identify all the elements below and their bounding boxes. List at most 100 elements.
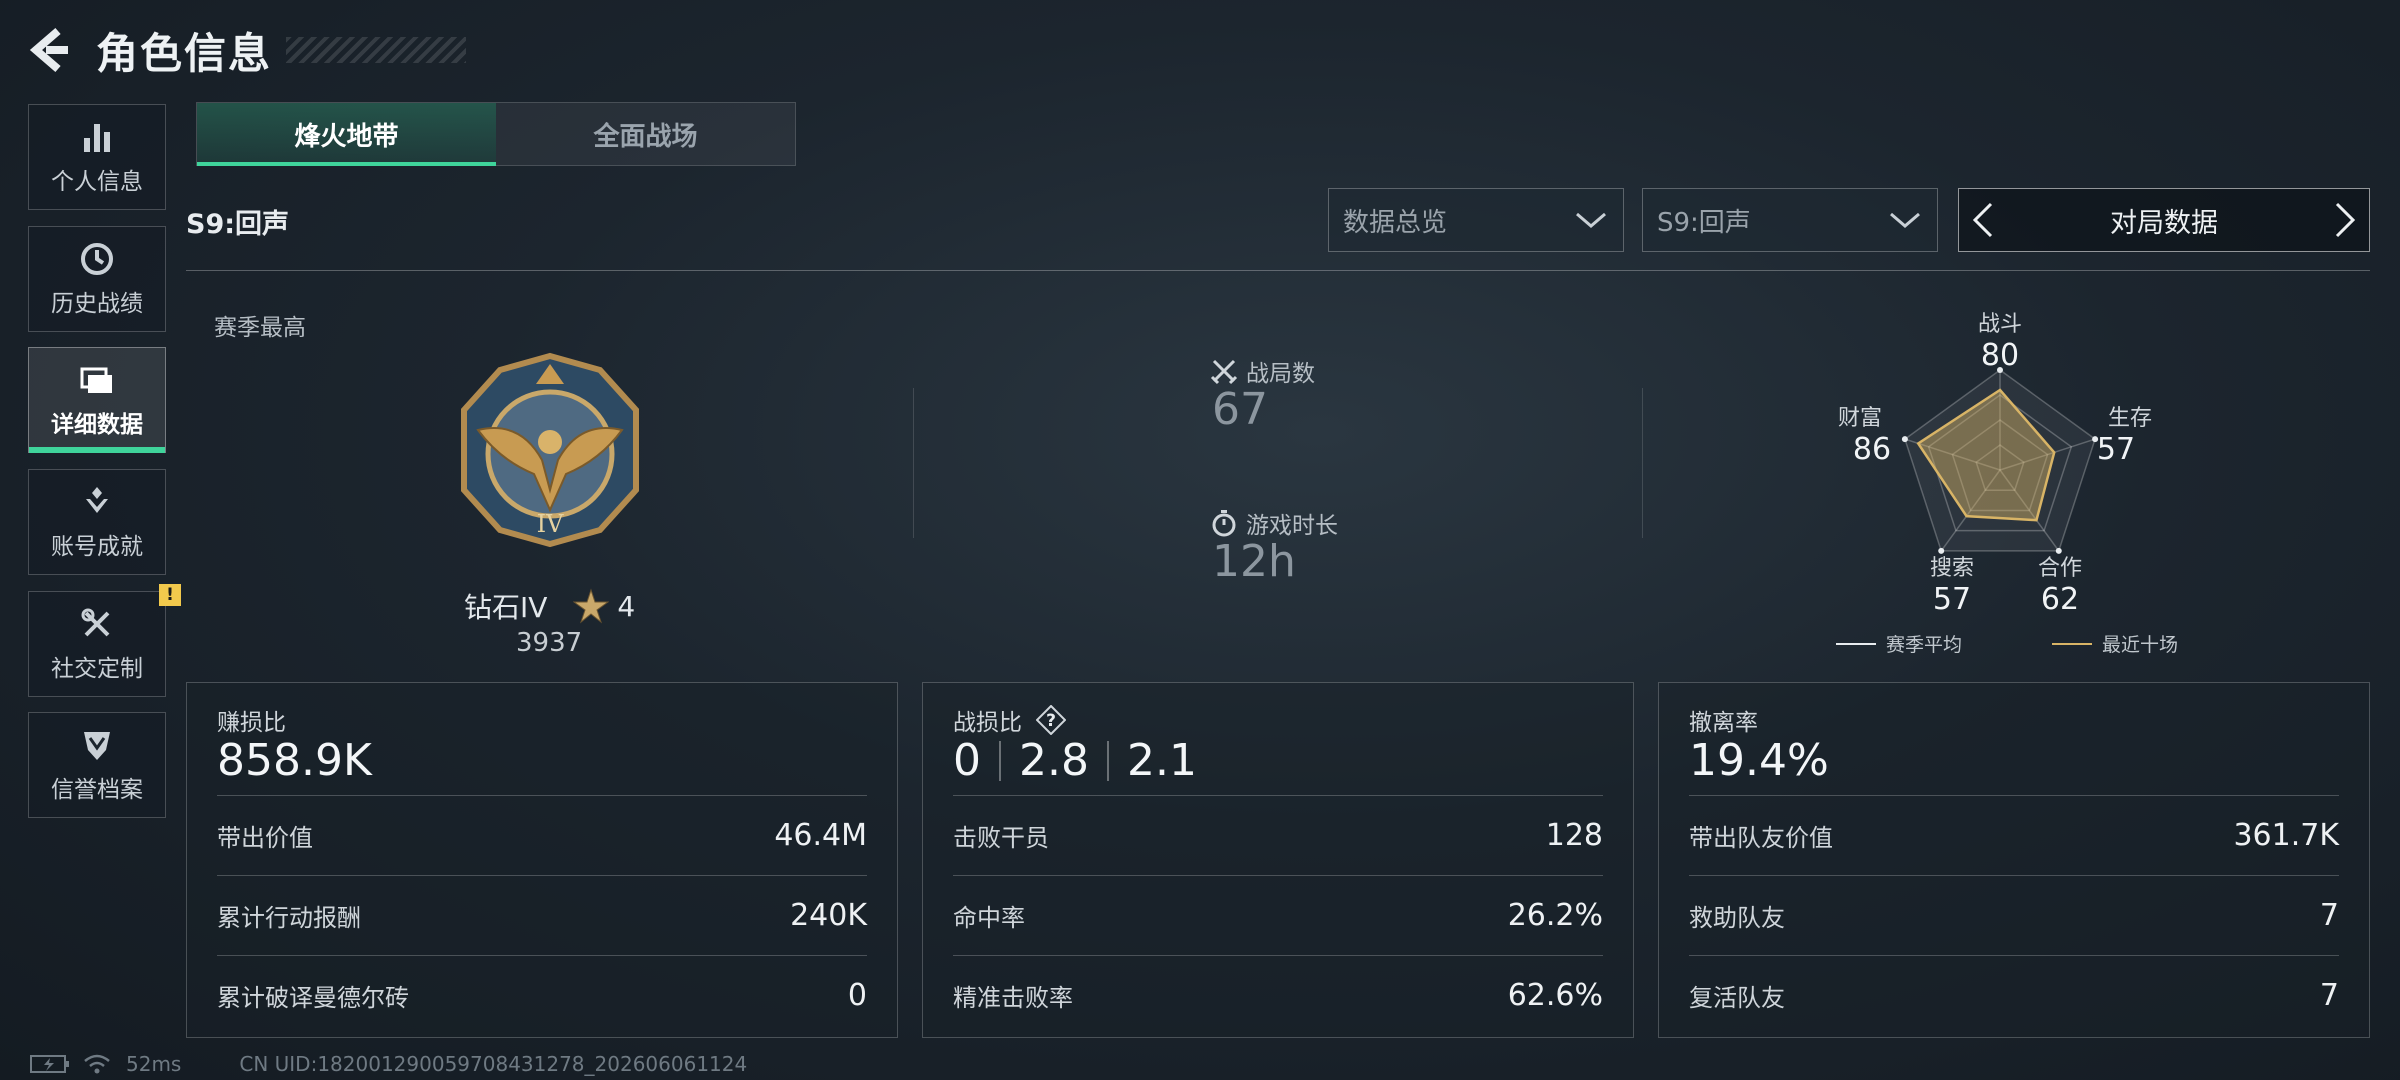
- row-value: 7: [2319, 977, 2339, 1013]
- back-button[interactable]: [28, 27, 68, 73]
- sidebar-item-reputation[interactable]: 信誉档案: [28, 712, 166, 818]
- sidebar-item-label: 详细数据: [51, 412, 143, 438]
- title-decoration: [286, 37, 467, 63]
- battles-value: 67: [1212, 384, 1268, 435]
- sidebar-item-label: 账号成就: [51, 534, 143, 560]
- legend-season-avg: 赛季平均: [1836, 630, 1962, 657]
- row-key: 带出价值: [217, 823, 313, 852]
- svg-text:IV: IV: [537, 510, 564, 538]
- row-key: 累计行动报酬: [217, 903, 361, 932]
- crossed-swords-icon: [1210, 359, 1238, 385]
- battles-stat: 战局数: [1210, 354, 1315, 388]
- page-title: 角色信息: [96, 28, 273, 78]
- legend-label: 最近十场: [2102, 634, 2179, 656]
- radar-value-combat: 80: [1980, 338, 2020, 373]
- rank-emblem-icon: IV: [461, 352, 639, 548]
- card-label: 赚损比: [217, 710, 286, 736]
- legend-line: [1836, 642, 1876, 645]
- table-row: 复活队友 7: [1689, 955, 2339, 1034]
- card-label-wrap: 战损比 ?: [953, 703, 1066, 737]
- card-label: 撤离率: [1689, 710, 1758, 736]
- table-row: 带出队友价值 361.7K: [1689, 795, 2339, 874]
- chevron-down-icon: [1890, 212, 1920, 228]
- season-best-label: 赛季最高: [214, 315, 306, 341]
- legend-recent: 最近十场: [2052, 630, 2178, 657]
- sidebar-item-label: 社交定制: [51, 656, 143, 682]
- row-value: 128: [1545, 817, 1603, 853]
- overview-dropdown[interactable]: 数据总览: [1328, 188, 1624, 252]
- radar-label-search: 搜索: [1929, 556, 1974, 581]
- sidebar-item-detailed-data[interactable]: 详细数据: [28, 347, 166, 453]
- radar-chart: 战斗 80 生存 57 合作 62 搜索 57 财富 86: [1820, 300, 2180, 660]
- status-footer: 52ms CN UID:182001290059708431278_202606…: [30, 1052, 747, 1076]
- chevron-left-icon[interactable]: [1969, 200, 1997, 240]
- sidebar-item-personal-info[interactable]: 个人信息: [28, 104, 166, 210]
- rank-info: 钻石IV 4: [464, 586, 635, 626]
- data-pager: 对局数据: [1958, 188, 2370, 252]
- kd-separator: [1106, 740, 1109, 781]
- table-row: 击败干员 128: [953, 795, 1603, 874]
- row-value: 0: [847, 977, 867, 1013]
- sidebar-item-label: 信誉档案: [51, 777, 143, 803]
- row-value: 7: [2319, 897, 2339, 933]
- legend-label: 赛季平均: [1886, 634, 1963, 656]
- radar-label-coop: 合作: [2037, 556, 2082, 581]
- sidebar-item-social-custom[interactable]: ! 社交定制: [28, 584, 181, 697]
- bar-chart-icon: [84, 124, 110, 152]
- radar-value-search: 57: [1932, 582, 1972, 617]
- row-key: 带出队友价值: [1689, 823, 1833, 852]
- chevron-right-icon[interactable]: [2331, 200, 2359, 240]
- section-divider: [186, 270, 2370, 271]
- kd-separator: [999, 740, 1001, 781]
- table-row: 精准击败率 62.6%: [953, 955, 1603, 1034]
- sidebar-item-history[interactable]: 历史战绩: [28, 226, 166, 332]
- row-value: 240K: [790, 897, 867, 933]
- sidebar-item-achievements[interactable]: 账号成就: [28, 469, 166, 575]
- playtime-label: 游戏时长: [1246, 513, 1338, 539]
- table-row: 累计行动报酬 240K: [217, 875, 867, 954]
- battles-label: 战局数: [1246, 361, 1315, 387]
- rank-name: 钻石IV: [464, 591, 548, 624]
- dropdown-value: S9:回声: [1657, 207, 1751, 238]
- clock-icon: [81, 243, 113, 275]
- radar-label-combat: 战斗: [1977, 312, 2022, 337]
- help-icon[interactable]: ?: [1036, 705, 1066, 735]
- sidebar-item-label: 个人信息: [51, 169, 143, 195]
- row-key: 精准击败率: [953, 983, 1073, 1012]
- profit-card: 赚损比 858.9K 带出价值 46.4M 累计行动报酬 240K 累计破译曼德尔砖…: [186, 682, 898, 1038]
- season-dropdown[interactable]: S9:回声: [1642, 188, 1938, 252]
- tab-beacon-zone[interactable]: 烽火地带: [197, 103, 496, 166]
- rank-stars: 4: [617, 589, 636, 623]
- table-row: 命中率 26.2%: [953, 875, 1603, 954]
- extract-card: 撤离率 19.4% 带出队友价值 361.7K 救助队友 7 复活队友 7: [1658, 682, 2370, 1038]
- playtime-stat: 游戏时长: [1210, 506, 1338, 540]
- tab-all-out-war[interactable]: 全面战场: [496, 103, 795, 165]
- table-row: 救助队友 7: [1689, 875, 2339, 954]
- row-key: 救助队友: [1689, 903, 1785, 932]
- back-arrow-icon: [29, 27, 68, 73]
- vertical-divider: [1642, 388, 1643, 538]
- row-value: 361.7K: [2233, 817, 2339, 853]
- battery-icon: [30, 1055, 69, 1073]
- page-header: 角色信息: [28, 22, 467, 78]
- legend-line: [2052, 642, 2092, 645]
- folder-stack-icon: [80, 367, 112, 393]
- stopwatch-icon: [1212, 510, 1236, 537]
- sidebar-item-label: 历史战绩: [51, 291, 143, 317]
- wifi-icon: [84, 1054, 110, 1074]
- row-key: 累计破译曼德尔砖: [217, 983, 409, 1012]
- tools-icon: [81, 608, 110, 637]
- kd-values: 0 2.8 2.1: [953, 735, 1197, 786]
- dropdown-value: 数据总览: [1343, 207, 1448, 238]
- uid-text: CN UID:182001290059708431278_20260606112…: [239, 1052, 748, 1076]
- vertical-divider: [913, 388, 914, 538]
- table-row: 带出价值 46.4M: [217, 795, 867, 874]
- combat-card: 战损比 ? 0 2.8 2.1 击败干员 128 命中率 26.2% 精准击败率 62…: [922, 682, 1634, 1038]
- radar-value-coop: 62: [2040, 582, 2080, 617]
- kd-value-3: 2.1: [1126, 735, 1197, 786]
- svg-text:?: ?: [1046, 711, 1056, 731]
- ping-value: 52ms: [126, 1052, 182, 1076]
- mode-tabs: 烽火地带 全面战场: [196, 102, 796, 166]
- radar-value-wealth: 86: [1852, 432, 1892, 467]
- row-key: 击败干员: [953, 823, 1049, 852]
